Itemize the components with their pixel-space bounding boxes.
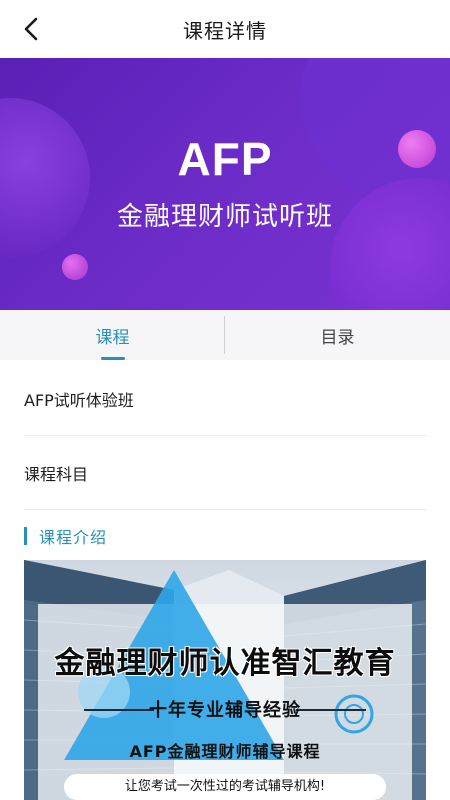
chevron-left-icon [24,17,38,41]
banner-subtitle: 金融理财师试听班 [116,202,333,232]
tab-catalog[interactable]: 目录 [225,310,450,360]
promo-headline: 金融理财师认准智汇教育 [54,646,396,681]
course-subject-label: 课程科目 [24,464,89,484]
page-title: 课程详情 [183,18,267,43]
banner-title: AFP [177,133,273,185]
section-accent-bar [24,527,27,545]
intro-heading: 课程介绍 [39,528,108,547]
intro-promo-image: 金融理财师认准智汇教育 十年专业辅导经验 AFP金融理财师辅导课程 让您考试一次… [24,560,426,800]
back-button[interactable] [14,12,48,46]
course-subject-row[interactable]: 课程科目 [24,436,426,510]
banner-decor-circle [62,254,88,280]
course-banner: AFP 金融理财师试听班 [0,58,450,310]
course-name-row[interactable]: AFP试听体验班 [24,362,426,436]
tab-bar: 课程 目录 [0,310,450,360]
header: 课程详情 [0,0,450,58]
promo-line2: AFP金融理财师辅导课程 [129,742,321,761]
promo-line1: 十年专业辅导经验 [149,700,301,721]
tab-course[interactable]: 课程 [0,310,225,360]
course-name: AFP试听体验班 [24,390,134,410]
intro-section-header: 课程介绍 [24,524,107,548]
tab-divider [224,316,225,354]
promo-line3: 让您考试一次性过的考试辅导机构! [64,774,386,800]
